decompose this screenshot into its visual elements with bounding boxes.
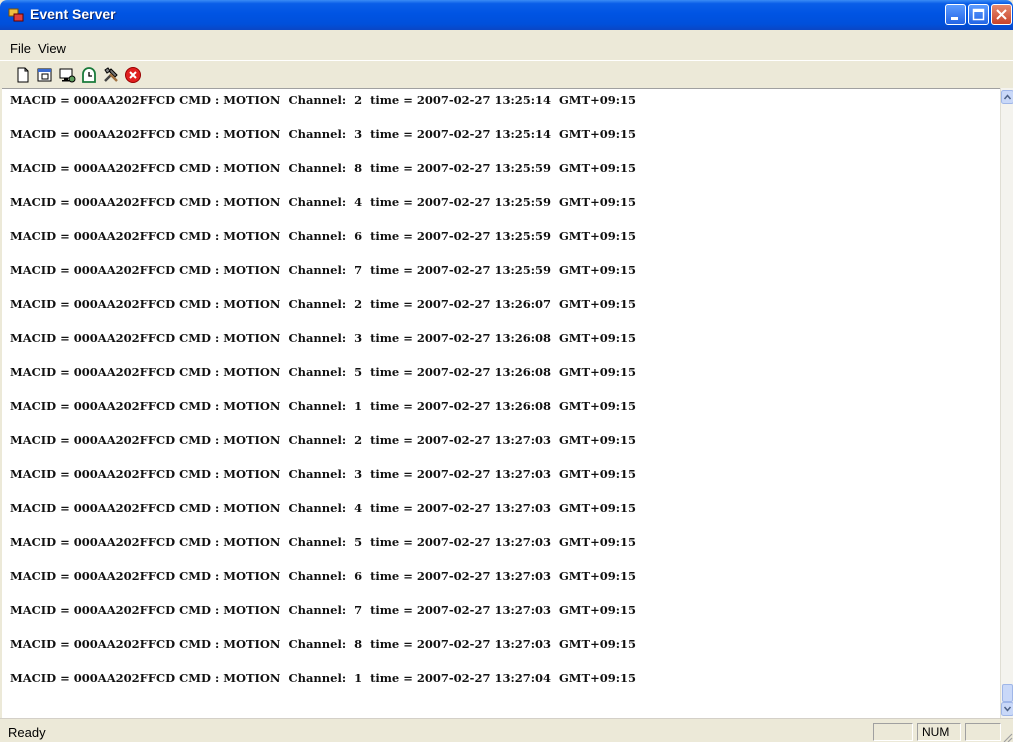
log-line: MACID = 000AA202FFCD CMD : MOTION Channe… bbox=[10, 603, 636, 617]
log-line: MACID = 000AA202FFCD CMD : MOTION Channe… bbox=[10, 127, 636, 141]
log-line: MACID = 000AA202FFCD CMD : MOTION Channe… bbox=[10, 569, 636, 583]
log-line: MACID = 000AA202FFCD CMD : MOTION Channe… bbox=[10, 535, 636, 549]
stop-icon[interactable] bbox=[124, 66, 142, 84]
resize-grip-icon[interactable] bbox=[1001, 731, 1013, 742]
log-line: MACID = 000AA202FFCD CMD : MOTION Channe… bbox=[10, 399, 636, 413]
status-text: Ready bbox=[8, 725, 46, 740]
maximize-button[interactable] bbox=[968, 4, 989, 25]
close-button[interactable] bbox=[991, 4, 1012, 25]
log-line: MACID = 000AA202FFCD CMD : MOTION Channe… bbox=[10, 195, 636, 209]
minimize-icon bbox=[951, 17, 958, 20]
app-icon bbox=[8, 8, 24, 22]
log-line: MACID = 000AA202FFCD CMD : MOTION Channe… bbox=[10, 671, 636, 685]
event-log[interactable]: MACID = 000AA202FFCD CMD : MOTION Channe… bbox=[2, 88, 1000, 719]
scroll-up-icon[interactable] bbox=[1001, 90, 1013, 104]
toolbar bbox=[0, 60, 1013, 89]
log-line: MACID = 000AA202FFCD CMD : MOTION Channe… bbox=[10, 229, 636, 243]
log-line: MACID = 000AA202FFCD CMD : MOTION Channe… bbox=[10, 637, 636, 651]
status-panel-extra bbox=[965, 723, 1001, 741]
minimize-button[interactable] bbox=[945, 4, 966, 25]
event-server-window: Event Server File View MACID = 000AA202F… bbox=[0, 0, 1013, 742]
log-line: MACID = 000AA202FFCD CMD : MOTION Channe… bbox=[10, 331, 636, 345]
scroll-down-icon[interactable] bbox=[1001, 702, 1013, 716]
log-line: MACID = 000AA202FFCD CMD : MOTION Channe… bbox=[10, 501, 636, 515]
monitor-icon[interactable] bbox=[58, 66, 76, 84]
log-line: MACID = 000AA202FFCD CMD : MOTION Channe… bbox=[10, 297, 636, 311]
clock-icon[interactable] bbox=[80, 66, 98, 84]
new-document-icon[interactable] bbox=[14, 66, 32, 84]
title-bar[interactable]: Event Server bbox=[0, 0, 1013, 30]
vertical-scrollbar[interactable] bbox=[1000, 88, 1013, 718]
log-line: MACID = 000AA202FFCD CMD : MOTION Channe… bbox=[10, 93, 636, 107]
log-line: MACID = 000AA202FFCD CMD : MOTION Channe… bbox=[10, 161, 636, 175]
log-line: MACID = 000AA202FFCD CMD : MOTION Channe… bbox=[10, 467, 636, 481]
close-icon bbox=[996, 9, 1007, 20]
num-lock-indicator: NUM bbox=[917, 723, 961, 741]
tools-icon[interactable] bbox=[102, 66, 120, 84]
scroll-thumb[interactable] bbox=[1002, 684, 1013, 702]
log-line: MACID = 000AA202FFCD CMD : MOTION Channe… bbox=[10, 365, 636, 379]
window-icon[interactable] bbox=[36, 66, 54, 84]
window-title: Event Server bbox=[30, 6, 116, 22]
log-line: MACID = 000AA202FFCD CMD : MOTION Channe… bbox=[10, 433, 636, 447]
maximize-icon bbox=[972, 8, 985, 21]
status-panel-empty bbox=[873, 723, 913, 741]
log-line: MACID = 000AA202FFCD CMD : MOTION Channe… bbox=[10, 263, 636, 277]
menu-view[interactable]: View bbox=[38, 41, 66, 56]
menu-file[interactable]: File bbox=[10, 41, 31, 56]
status-bar: Ready NUM bbox=[0, 718, 1013, 742]
menu-bar: File View bbox=[0, 38, 1013, 60]
